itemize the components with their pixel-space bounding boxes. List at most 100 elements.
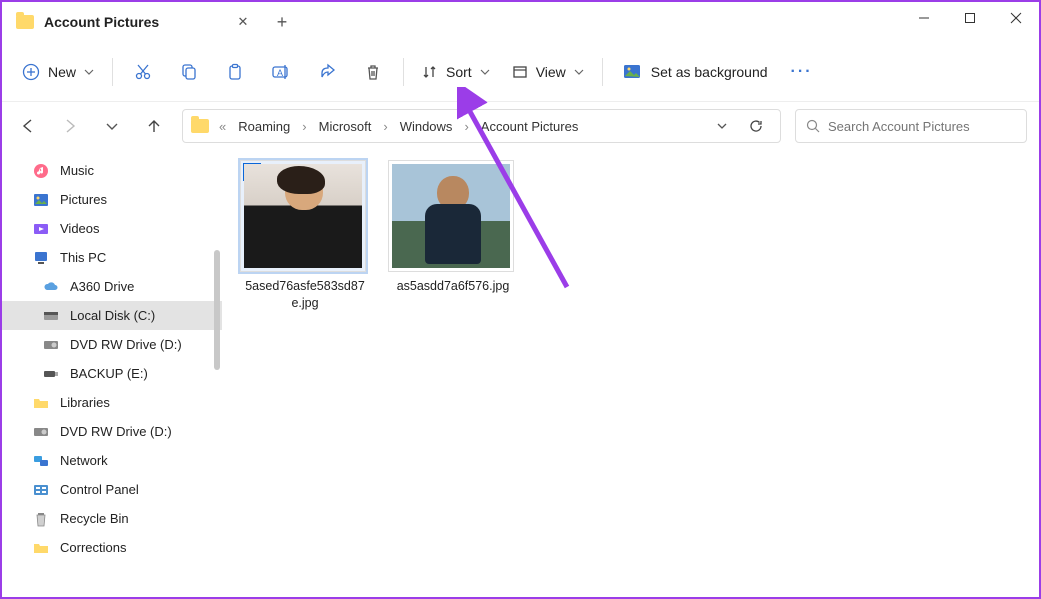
sidebar-item-thispc[interactable]: This PC <box>2 243 222 272</box>
sidebar-label: DVD RW Drive (D:) <box>70 337 182 352</box>
rename-button[interactable]: A <box>259 52 303 92</box>
svg-text:A: A <box>277 68 283 78</box>
file-name: as5asdd7a6f576.jpg <box>388 278 518 295</box>
sidebar-item-network[interactable]: Network <box>2 446 222 475</box>
folder-icon <box>191 119 209 133</box>
window-controls <box>901 2 1039 42</box>
chevron-right-icon: › <box>462 119 470 134</box>
breadcrumb-item[interactable]: Roaming <box>234 117 294 136</box>
sidebar-label: Music <box>60 163 94 178</box>
sort-label: Sort <box>446 64 472 80</box>
breadcrumb-item[interactable]: Windows <box>396 117 457 136</box>
sidebar-label: Control Panel <box>60 482 139 497</box>
recent-button[interactable] <box>98 112 126 140</box>
sidebar: Music Pictures Videos This PC A360 Drive… <box>2 150 222 597</box>
sidebar-label: Libraries <box>60 395 110 410</box>
delete-button[interactable] <box>351 52 395 92</box>
sort-button[interactable]: Sort <box>412 52 500 92</box>
new-tab-button[interactable]: + <box>262 2 302 42</box>
cut-button[interactable] <box>121 52 165 92</box>
search-box[interactable] <box>795 109 1027 143</box>
sidebar-label: A360 Drive <box>70 279 134 294</box>
sidebar-item-dvd2[interactable]: DVD RW Drive (D:) <box>2 417 222 446</box>
paste-button[interactable] <box>213 52 257 92</box>
forward-button[interactable] <box>56 112 84 140</box>
folder-icon <box>32 394 50 412</box>
sidebar-item-recyclebin[interactable]: Recycle Bin <box>2 504 222 533</box>
chevron-down-icon[interactable] <box>710 120 734 132</box>
sidebar-label: Local Disk (C:) <box>70 308 155 323</box>
refresh-button[interactable] <box>740 118 772 134</box>
sidebar-item-localdisk[interactable]: Local Disk (C:) <box>2 301 222 330</box>
file-name: 5ased76asfe583sd87e.jpg <box>240 278 370 312</box>
control-icon <box>32 481 50 499</box>
search-icon <box>806 119 820 133</box>
back-button[interactable] <box>14 112 42 140</box>
file-thumbnail <box>388 160 514 272</box>
sidebar-label: Pictures <box>60 192 107 207</box>
separator <box>403 58 404 86</box>
scissors-icon <box>134 63 152 81</box>
chevron-right-icon: › <box>381 119 389 134</box>
usb-icon <box>42 365 60 383</box>
sidebar-item-videos[interactable]: Videos <box>2 214 222 243</box>
sidebar-item-backup[interactable]: BACKUP (E:) <box>2 359 222 388</box>
tab-title: Account Pictures <box>44 14 159 30</box>
search-input[interactable] <box>828 119 1016 134</box>
copy-icon <box>180 63 198 81</box>
file-grid: 5ased76asfe583sd87e.jpg as5asdd7a6f576.j… <box>222 150 1039 597</box>
set-background-button[interactable]: Set as background <box>611 52 780 92</box>
sidebar-item-a360[interactable]: A360 Drive <box>2 272 222 301</box>
sidebar-item-controlpanel[interactable]: Control Panel <box>2 475 222 504</box>
file-item[interactable]: as5asdd7a6f576.jpg <box>388 160 518 295</box>
new-label: New <box>48 64 76 80</box>
content: Music Pictures Videos This PC A360 Drive… <box>2 150 1039 597</box>
share-icon <box>318 63 336 81</box>
network-icon <box>32 452 50 470</box>
view-icon <box>512 64 528 80</box>
share-button[interactable] <box>305 52 349 92</box>
plus-circle-icon <box>22 63 40 81</box>
tab-active[interactable]: Account Pictures ✕ <box>2 2 262 42</box>
sidebar-item-pictures[interactable]: Pictures <box>2 185 222 214</box>
folder-icon <box>32 539 50 557</box>
breadcrumb-prefix: « <box>217 119 228 134</box>
rename-icon: A <box>271 63 291 81</box>
setbg-label: Set as background <box>651 64 768 80</box>
trash-icon <box>364 63 382 81</box>
chevron-right-icon: › <box>300 119 308 134</box>
scrollbar-thumb[interactable] <box>214 250 220 370</box>
view-label: View <box>536 64 566 80</box>
breadcrumb[interactable]: « Roaming › Microsoft › Windows › Accoun… <box>182 109 781 143</box>
more-button[interactable]: ··· <box>782 52 822 92</box>
maximize-button[interactable] <box>947 2 993 34</box>
dvd-icon <box>42 336 60 354</box>
file-item[interactable]: 5ased76asfe583sd87e.jpg <box>240 160 370 312</box>
folder-icon <box>16 15 34 29</box>
dvd-icon <box>32 423 50 441</box>
up-button[interactable] <box>140 112 168 140</box>
close-window-button[interactable] <box>993 2 1039 34</box>
separator <box>602 58 603 86</box>
nav-row: « Roaming › Microsoft › Windows › Accoun… <box>2 102 1039 150</box>
sidebar-label: Corrections <box>60 540 126 555</box>
pictures-icon <box>32 191 50 209</box>
breadcrumb-item[interactable]: Microsoft <box>315 117 376 136</box>
sort-icon <box>422 64 438 80</box>
view-button[interactable]: View <box>502 52 594 92</box>
sidebar-item-libraries[interactable]: Libraries <box>2 388 222 417</box>
paste-icon <box>226 63 244 81</box>
breadcrumb-item[interactable]: Account Pictures <box>477 117 583 136</box>
minimize-button[interactable] <box>901 2 947 34</box>
sidebar-item-dvd[interactable]: DVD RW Drive (D:) <box>2 330 222 359</box>
close-tab-icon[interactable]: ✕ <box>236 15 250 29</box>
sidebar-item-corrections[interactable]: Corrections <box>2 533 222 562</box>
new-button[interactable]: New <box>12 52 104 92</box>
thispc-icon <box>32 249 50 267</box>
cloud-icon <box>42 278 60 296</box>
sidebar-item-music[interactable]: Music <box>2 156 222 185</box>
file-thumbnail <box>240 160 366 272</box>
copy-button[interactable] <box>167 52 211 92</box>
chevron-down-icon <box>84 67 94 77</box>
videos-icon <box>32 220 50 238</box>
